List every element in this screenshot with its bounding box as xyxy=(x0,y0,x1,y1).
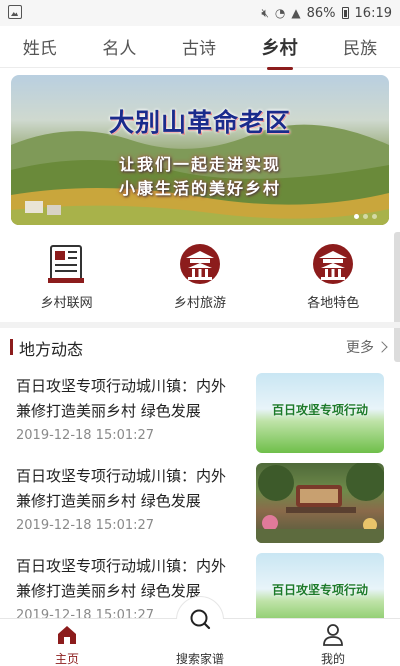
carousel-indicator xyxy=(354,214,377,219)
mute-icon: 🔇︎ xyxy=(261,5,269,20)
newspaper-icon xyxy=(47,245,84,283)
news-time: 2019-12-18 15:01:27 xyxy=(16,428,155,443)
banner-title: 大别山革命老区 xyxy=(108,108,291,137)
quick-menu: 乡村联网 乡村旅游 各地特色 xyxy=(0,238,400,318)
quick-label: 乡村旅游 xyxy=(173,296,226,311)
clock: 16:19 xyxy=(354,5,392,21)
battery-percent: 86% xyxy=(306,5,336,21)
nav-home-label: 主页 xyxy=(54,652,79,666)
village-photo xyxy=(256,463,384,543)
carousel-dot xyxy=(354,214,359,219)
news-thumbnail xyxy=(256,463,384,543)
banner-subtitle-line2: 小康生活的美好乡村 xyxy=(118,179,281,198)
home-icon xyxy=(58,626,76,644)
more-link[interactable]: 更多 xyxy=(346,337,388,357)
signal-icon: ▲ xyxy=(291,6,301,20)
news-time: 2019-12-18 15:01:27 xyxy=(16,608,155,618)
banner-carousel[interactable]: 大别山革命老区 让我们一起走进实现 小康生活的美好乡村 xyxy=(11,75,389,225)
tab-surname[interactable]: 姓氏 xyxy=(21,28,59,65)
quick-label: 乡村联网 xyxy=(40,296,93,311)
tab-village[interactable]: 乡村 xyxy=(260,28,300,66)
category-tabs: 姓氏 名人 古诗 乡村 民族 xyxy=(0,26,400,68)
news-list: 百日攻坚专项行动城川镇：内外兼修打造美丽乡村 绿色发展 2019-12-18 1… xyxy=(0,370,400,618)
banner-subtitle-line1: 让我们一起走进实现 xyxy=(118,155,281,174)
pavilion-icon xyxy=(313,244,354,284)
status-bar: 🔇︎ ◔ ▲ 86% 16:19 xyxy=(0,0,400,26)
gallery-notification-icon xyxy=(8,5,22,19)
news-title: 百日攻坚专项行动城川镇：内外兼修打造美丽乡村 绿色发展 xyxy=(16,467,227,510)
tab-celebrity[interactable]: 名人 xyxy=(100,28,138,65)
section-header: 地方动态 更多 xyxy=(0,332,400,362)
thumbnail-text: 百日攻坚专项行动 xyxy=(271,583,368,597)
battery-icon xyxy=(341,7,349,19)
status-indicators: 🔇︎ ◔ ▲ 86% 16:19 xyxy=(261,3,392,23)
pavilion-icon xyxy=(179,244,220,284)
user-icon xyxy=(323,624,343,646)
news-thumbnail: 百日攻坚专项行动 xyxy=(256,373,384,453)
news-item[interactable]: 百日攻坚专项行动城川镇：内外兼修打造美丽乡村 绿色发展 2019-12-18 1… xyxy=(0,370,400,460)
nav-home[interactable]: 主页 xyxy=(27,619,107,666)
news-item[interactable]: 百日攻坚专项行动城川镇：内外兼修打造美丽乡村 绿色发展 2019-12-18 1… xyxy=(0,460,400,550)
news-title: 百日攻坚专项行动城川镇：内外兼修打造美丽乡村 绿色发展 xyxy=(16,377,227,420)
section-title: 地方动态 xyxy=(19,340,84,359)
nav-mine-label: 我的 xyxy=(320,652,345,666)
news-time: 2019-12-18 15:01:27 xyxy=(16,518,155,533)
chevron-right-icon xyxy=(376,341,388,353)
more-label: 更多 xyxy=(346,340,374,356)
quick-label: 各地特色 xyxy=(307,296,360,311)
carousel-dot xyxy=(372,214,377,219)
news-thumbnail: 百日攻坚专项行动 xyxy=(256,553,384,618)
search-icon xyxy=(190,609,211,630)
nav-mine[interactable]: 我的 xyxy=(293,619,373,666)
thumbnail-text: 百日攻坚专项行动 xyxy=(271,403,368,417)
section-accent-bar xyxy=(10,339,13,355)
nav-search-label: 搜索家谱 xyxy=(175,652,224,666)
section-divider xyxy=(0,322,400,328)
tab-poetry[interactable]: 古诗 xyxy=(180,28,218,65)
quick-village-tourism[interactable]: 乡村旅游 xyxy=(150,238,250,318)
carousel-dot xyxy=(363,214,368,219)
quick-village-network[interactable]: 乡村联网 xyxy=(17,238,117,318)
tab-ethnic[interactable]: 民族 xyxy=(341,28,379,65)
quick-local-features[interactable]: 各地特色 xyxy=(283,238,383,318)
wifi-icon: ◔ xyxy=(274,6,286,20)
